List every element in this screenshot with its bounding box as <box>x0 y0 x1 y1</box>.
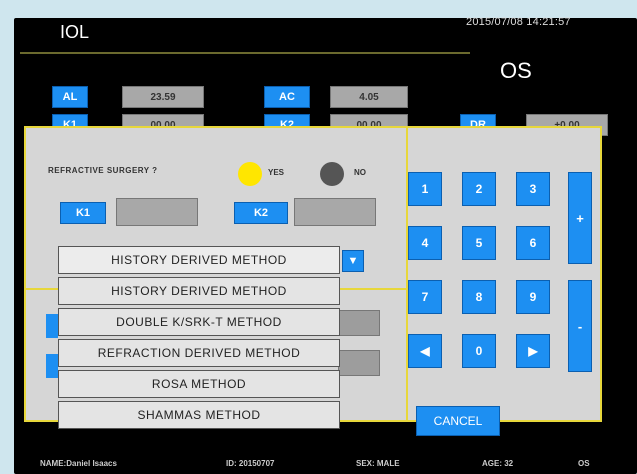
hidden-button-2 <box>46 354 58 378</box>
ac-button[interactable]: AC <box>264 86 310 108</box>
no-label: NO <box>354 168 366 177</box>
surgery-k2-value[interactable] <box>294 198 376 226</box>
surgery-k1-button[interactable]: K1 <box>60 202 106 224</box>
key-5[interactable]: 5 <box>462 226 496 260</box>
hidden-value-1 <box>338 310 380 336</box>
key-plus[interactable]: + <box>568 172 592 264</box>
eye-indicator: OS <box>500 58 532 83</box>
refractive-surgery-label: REFRACTIVE SURGERY ? <box>48 166 158 175</box>
key-3[interactable]: 3 <box>516 172 550 206</box>
method-dropdown[interactable]: HISTORY DERIVED METHOD HISTORY DERIVED M… <box>58 246 340 432</box>
key-2[interactable]: 2 <box>462 172 496 206</box>
al-button[interactable]: AL <box>52 86 88 108</box>
no-radio[interactable] <box>320 162 344 186</box>
page-title: IOL <box>60 22 90 42</box>
title-underline <box>20 52 470 54</box>
method-option[interactable]: ROSA METHOD <box>58 370 340 398</box>
surgery-k2-button[interactable]: K2 <box>234 202 288 224</box>
key-8[interactable]: 8 <box>462 280 496 314</box>
datetime: 2015/07/08 14:21:57 <box>466 16 571 28</box>
method-option[interactable]: SHAMMAS METHOD <box>58 401 340 429</box>
yes-radio[interactable] <box>238 162 262 186</box>
yes-label: YES <box>268 168 285 177</box>
key-6[interactable]: 6 <box>516 226 550 260</box>
key-minus[interactable]: - <box>568 280 592 372</box>
footer-eye: OS <box>578 459 590 468</box>
key-4[interactable]: 4 <box>408 226 442 260</box>
left-arrow-icon: ◀ <box>420 344 430 358</box>
footer-sex: SEX: MALE <box>356 459 400 468</box>
key-7[interactable]: 7 <box>408 280 442 314</box>
cancel-button[interactable]: CANCEL <box>416 406 500 436</box>
dropdown-toggle-button[interactable]: ▼ <box>342 250 364 272</box>
footer-age: AGE: 32 <box>482 459 514 468</box>
hidden-button-1 <box>46 314 58 338</box>
al-value: 23.59 <box>122 86 204 108</box>
footer-patient-id: ID: 20150707 <box>226 459 275 468</box>
key-0[interactable]: 0 <box>462 334 496 368</box>
method-option[interactable]: REFRACTION DERIVED METHOD <box>58 339 340 367</box>
method-option[interactable]: HISTORY DERIVED METHOD <box>58 277 340 305</box>
key-right[interactable]: ▶ <box>516 334 550 368</box>
key-1[interactable]: 1 <box>408 172 442 206</box>
footer-patient-name: NAME:Daniel Isaacs <box>40 459 117 468</box>
right-arrow-icon: ▶ <box>528 344 538 358</box>
hidden-value-2 <box>338 350 380 376</box>
ac-value: 4.05 <box>330 86 408 108</box>
method-option[interactable]: DOUBLE K/SRK-T METHOD <box>58 308 340 336</box>
method-dropdown-selected[interactable]: HISTORY DERIVED METHOD <box>58 246 340 274</box>
surgery-k1-value[interactable] <box>116 198 198 226</box>
key-left[interactable]: ◀ <box>408 334 442 368</box>
key-9[interactable]: 9 <box>516 280 550 314</box>
chevron-down-icon: ▼ <box>347 255 359 267</box>
